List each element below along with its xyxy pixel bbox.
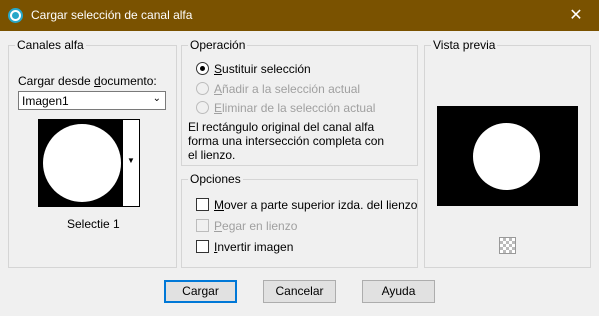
radio-button[interactable] [196,82,209,95]
document-select[interactable]: Imagen1 ⌄ [18,91,166,110]
channel-name-label: Selectie 1 [67,217,120,231]
preview-image [437,106,578,206]
checkbox[interactable] [196,219,209,232]
close-button[interactable]: ✕ [553,0,599,31]
checkbox[interactable] [196,240,209,253]
canales-alfa-title: Canales alfa [15,38,86,52]
preview-circle [473,123,540,190]
thumbnail-circle [43,124,121,202]
load-from-document-label: Cargar desde documento: [18,74,157,88]
transparency-toggle-icon[interactable] [499,237,516,254]
ayuda-button[interactable]: Ayuda [362,280,435,303]
checkbox[interactable] [196,198,209,211]
thumbnail-dropdown-button[interactable]: ▼ [122,120,139,206]
window-title: Cargar selección de canal alfa [31,8,193,22]
radio-button[interactable] [196,101,209,114]
document-select-value: Imagen1 [22,94,69,108]
channel-thumbnail-picker[interactable]: ▼ [38,119,140,207]
vista-previa-title: Vista previa [431,38,498,52]
app-icon [8,8,23,23]
intersection-info-text: El rectángulo original del canal alfa fo… [188,120,385,162]
cargar-button[interactable]: Cargar [164,280,237,303]
radio-button-checked[interactable] [196,62,209,75]
title-bar: Cargar selección de canal alfa ✕ [0,0,599,31]
operacion-title: Operación [188,38,248,52]
dropdown-arrow-icon: ▼ [127,156,135,165]
cancelar-button[interactable]: Cancelar [263,280,336,303]
channel-thumbnail [39,120,123,206]
opciones-title: Opciones [188,172,243,186]
chevron-down-icon: ⌄ [152,93,161,104]
